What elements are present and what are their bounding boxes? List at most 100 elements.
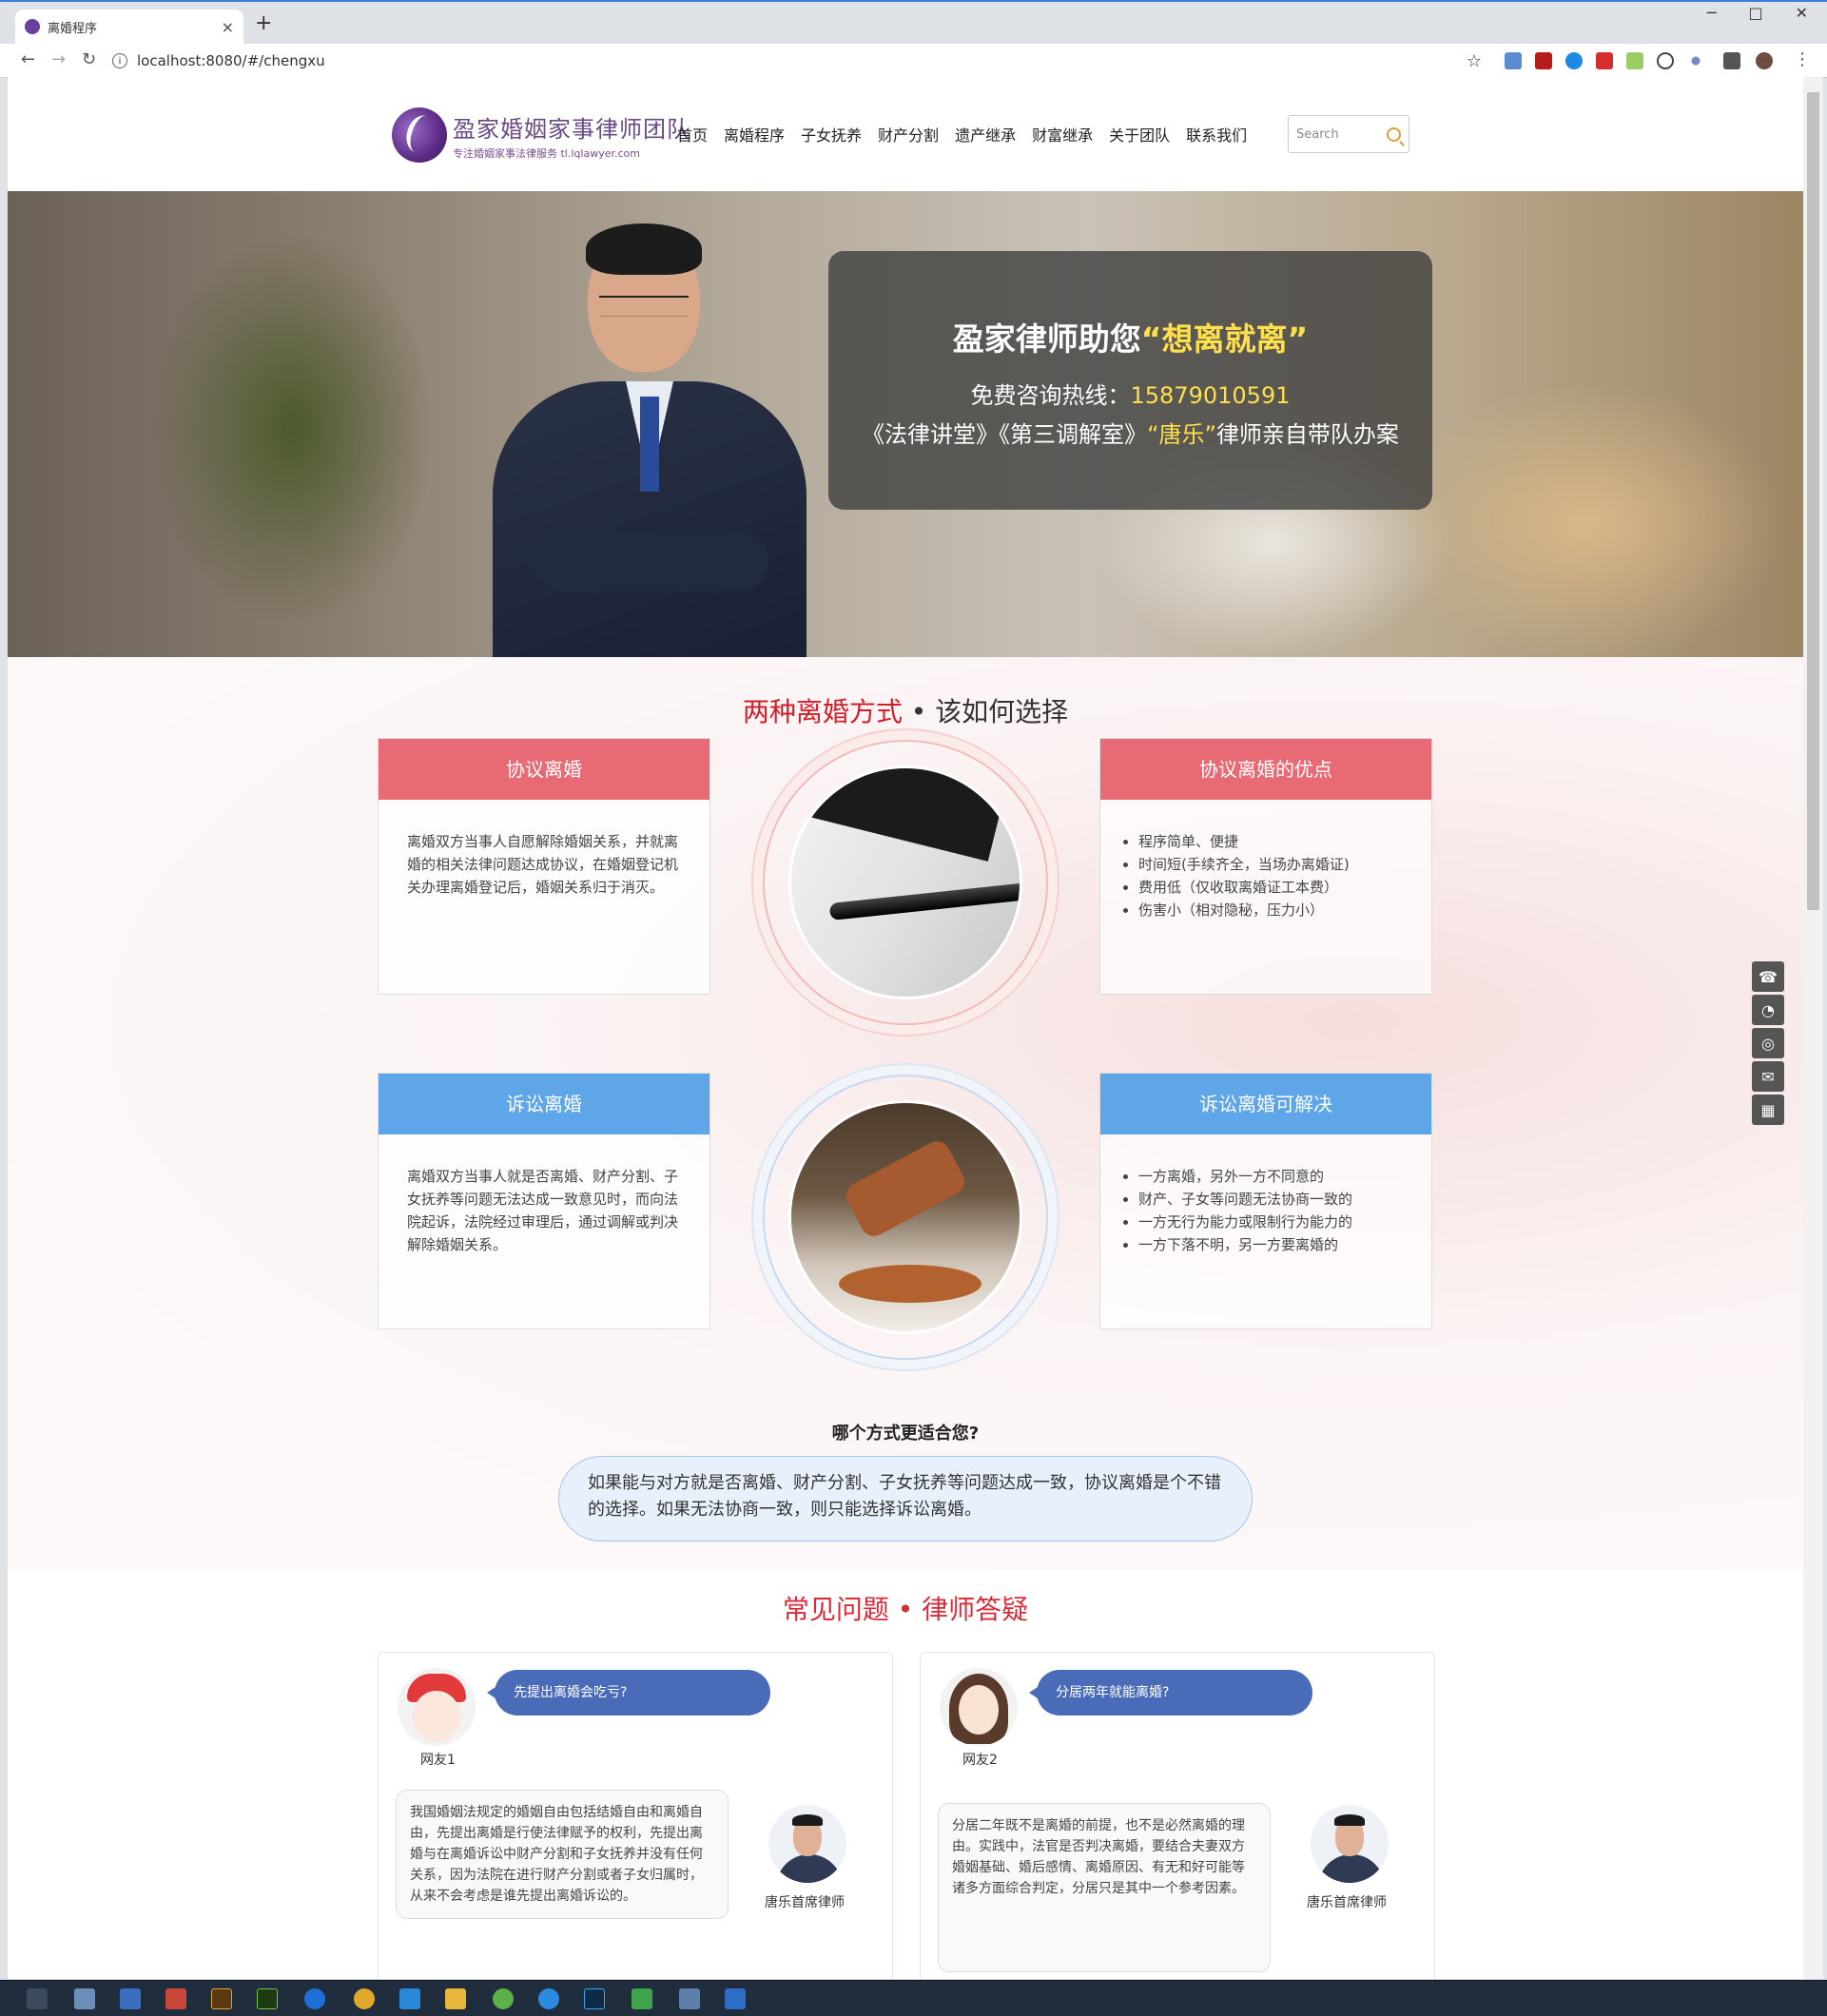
reading-list-icon[interactable] [1723, 52, 1740, 69]
hero-banner: 盈家律师助您“想离就离” 免费咨询热线：15879010591 《法律讲堂》《第… [8, 191, 1803, 657]
new-tab-button[interactable]: + [255, 11, 272, 35]
reload-icon[interactable]: ↻ [82, 49, 96, 69]
hero-hotline: 免费咨询热线：15879010591 [970, 382, 1291, 409]
hero-text-box: 盈家律师助您“想离就离” 免费咨询热线：15879010591 《法律讲堂》《第… [828, 251, 1432, 510]
url-text: localhost:8080/#/chengxu [137, 52, 325, 69]
which-method-question: 哪个方式更适合您? [831, 1424, 980, 1444]
nav-item-property-division[interactable]: 财产分割 [878, 123, 939, 145]
wechat-app-icon[interactable] [493, 1988, 514, 2009]
forward-icon[interactable]: → [51, 49, 66, 69]
chrome-browser-icon[interactable] [354, 1988, 375, 2009]
taskbar-app-icon[interactable] [679, 1988, 700, 2009]
card-title: 协议离婚的优点 [1100, 739, 1431, 800]
bookmark-star-icon[interactable]: ☆ [1467, 51, 1482, 71]
logo-icon [392, 107, 447, 163]
extension-icon[interactable] [1565, 52, 1583, 69]
nav-item-divorce-procedure[interactable]: 离婚程序 [724, 123, 785, 145]
list-item: 时间短(手续齐全，当场办离婚证) [1138, 853, 1403, 876]
task-view-icon[interactable] [27, 1988, 48, 2009]
search-icon[interactable] [1387, 126, 1401, 142]
browser-toolbar: ← → ↻ i localhost:8080/#/chengxu ☆ ⋮ [0, 44, 1827, 78]
lawyer-avatar [1311, 1805, 1389, 1883]
nav-item-wealth-inheritance[interactable]: 财富继承 [1032, 123, 1093, 145]
extension-icon[interactable] [1691, 56, 1701, 66]
taskbar-app-icon[interactable] [632, 1988, 652, 2009]
scrollbar-thumb[interactable] [1807, 92, 1819, 910]
tab-close-icon[interactable]: × [222, 18, 234, 36]
list-item: 一方下落不明，另一方要离婚的 [1138, 1233, 1403, 1256]
which-method-answer: 如果能与对方就是否离婚、财产分割、子女抚养等问题达成一致，协议离婚是个不错的选择… [558, 1456, 1253, 1541]
user-name: 网友1 [420, 1753, 456, 1768]
list-item: 费用低（仅收取离婚证工本费） [1138, 876, 1403, 899]
message-icon[interactable]: ✉ [1752, 1061, 1784, 1092]
search-box[interactable]: Search [1288, 115, 1409, 153]
nav-item-contact[interactable]: 联系我们 [1186, 123, 1247, 145]
taskbar-app-icon[interactable] [74, 1988, 95, 2009]
taskbar-app-icon[interactable] [120, 1988, 141, 2009]
extension-icon[interactable] [1626, 52, 1643, 69]
minimize-icon[interactable]: ─ [1707, 4, 1717, 22]
card-body: 离婚双方当事人就是否离婚、财产分割、子女抚养等问题无法达成一致意见时，而向法院起… [407, 1168, 679, 1253]
ie-browser-icon[interactable] [304, 1988, 325, 2009]
lawyer-avatar [768, 1805, 846, 1883]
divorce-methods-section: 两种离婚方式 • 该如何选择 协议离婚 离婚双方当事人自愿解除婚姻关系，并就离婚… [8, 657, 1803, 1570]
card-title: 协议离婚 [379, 739, 709, 800]
browser-chrome: 离婚程序 × + ─ □ ✕ ← → ↻ i localhost:8080/#/… [0, 0, 1827, 78]
browser-tab[interactable]: 离婚程序 × [15, 10, 243, 44]
tab-title: 离婚程序 [48, 21, 98, 36]
site-info-icon[interactable]: i [112, 53, 127, 68]
gavel-image [763, 1075, 1048, 1360]
user-avatar [940, 1668, 1018, 1746]
close-window-icon[interactable]: ✕ [1796, 4, 1808, 22]
hotline-number[interactable]: 15879010591 [1131, 382, 1291, 409]
site-logo[interactable]: 盈家婚姻家事律师团队 专注婚姻家事法律服务 tl.lqlawyer.com [392, 107, 690, 163]
taskbar-app-icon[interactable] [165, 1988, 186, 2009]
profile-avatar[interactable] [1756, 52, 1773, 69]
nav-item-inheritance[interactable]: 遗产继承 [955, 123, 1016, 145]
nav-item-home[interactable]: 首页 [677, 123, 708, 145]
bridge-app-icon[interactable] [211, 1988, 232, 2009]
vscode-app-icon[interactable] [399, 1988, 420, 2009]
extension-icon[interactable] [1505, 52, 1522, 69]
list-item: 程序简单、便捷 [1138, 830, 1403, 853]
lawyer-name: 唐乐首席律师 [1307, 1895, 1387, 1910]
browser-menu-icon[interactable]: ⋮ [1794, 49, 1811, 69]
faq-card: 网友1 先提出离婚会吃亏? 我国婚姻法规定的婚姻自由包括结婚自由和离婚自由，先提… [378, 1652, 893, 1979]
nav-item-child-custody[interactable]: 子女抚养 [801, 123, 862, 145]
address-bar[interactable]: i localhost:8080/#/chengxu ☆ [112, 48, 1482, 74]
card-litigation-divorce: 诉讼离婚 离婚双方当事人就是否离婚、财产分割、子女抚养等问题无法达成一致意见时，… [378, 1073, 710, 1329]
card-agreement-advantages: 协议离婚的优点 程序简单、便捷 时间短(手续齐全，当场办离婚证) 费用低（仅收取… [1099, 738, 1432, 995]
lawyer-name: 唐乐首席律师 [765, 1895, 845, 1910]
page-scrollbar[interactable] [1803, 77, 1823, 1979]
logo-subtitle: 专注婚姻家事法律服务 tl.lqlawyer.com [453, 146, 640, 160]
faq-section: 常见问题 • 律师答疑 网友1 先提出离婚会吃亏? 我国婚姻法规定的婚姻自由包括… [8, 1570, 1803, 1979]
phone-icon[interactable]: ☎ [1752, 961, 1784, 992]
document-pen-image [763, 740, 1048, 1025]
taskbar-app-icon[interactable] [538, 1988, 559, 2009]
card-agreement-divorce: 协议离婚 离婚双方当事人自愿解除婚姻关系，并就离婚的相关法律问题达成协议，在婚姻… [378, 738, 710, 995]
qq-icon[interactable]: ◔ [1752, 995, 1784, 1025]
favicon-icon [25, 19, 40, 34]
user-avatar [398, 1668, 476, 1746]
photoshop-app-icon[interactable] [584, 1988, 605, 2009]
taskbar-app-icon[interactable] [725, 1988, 746, 2009]
pdf-extension-icon[interactable] [1535, 52, 1552, 69]
plant-background [150, 229, 436, 629]
search-input[interactable]: Search [1296, 127, 1339, 142]
dreamweaver-app-icon[interactable] [257, 1988, 278, 2009]
list-item: 财产、子女等问题无法协商一致的 [1138, 1188, 1403, 1211]
maximize-icon[interactable]: □ [1748, 4, 1762, 22]
extension-icon[interactable] [1596, 52, 1613, 69]
cabinet-background [1387, 381, 1786, 657]
nav-item-about-team[interactable]: 关于团队 [1109, 123, 1170, 145]
extension-icon[interactable] [1657, 52, 1674, 69]
answer-bubble: 分居二年既不是离婚的前提，也不是必然离婚的理由。实践中，法官是否判决离婚，要结合… [938, 1803, 1271, 1972]
section-title: 两种离婚方式 • 该如何选择 [742, 696, 1069, 727]
qrcode-icon[interactable]: ▦ [1752, 1095, 1784, 1125]
faq-title: 常见问题 • 律师答疑 [782, 1594, 1029, 1625]
back-icon[interactable]: ← [21, 49, 35, 69]
card-body: 离婚双方当事人自愿解除婚姻关系，并就离婚的相关法律问题达成协议，在婚姻登记机关办… [407, 833, 679, 896]
wechat-icon[interactable]: ◎ [1752, 1028, 1784, 1058]
file-explorer-icon[interactable] [445, 1988, 466, 2009]
card-title: 诉讼离婚 [379, 1074, 709, 1134]
